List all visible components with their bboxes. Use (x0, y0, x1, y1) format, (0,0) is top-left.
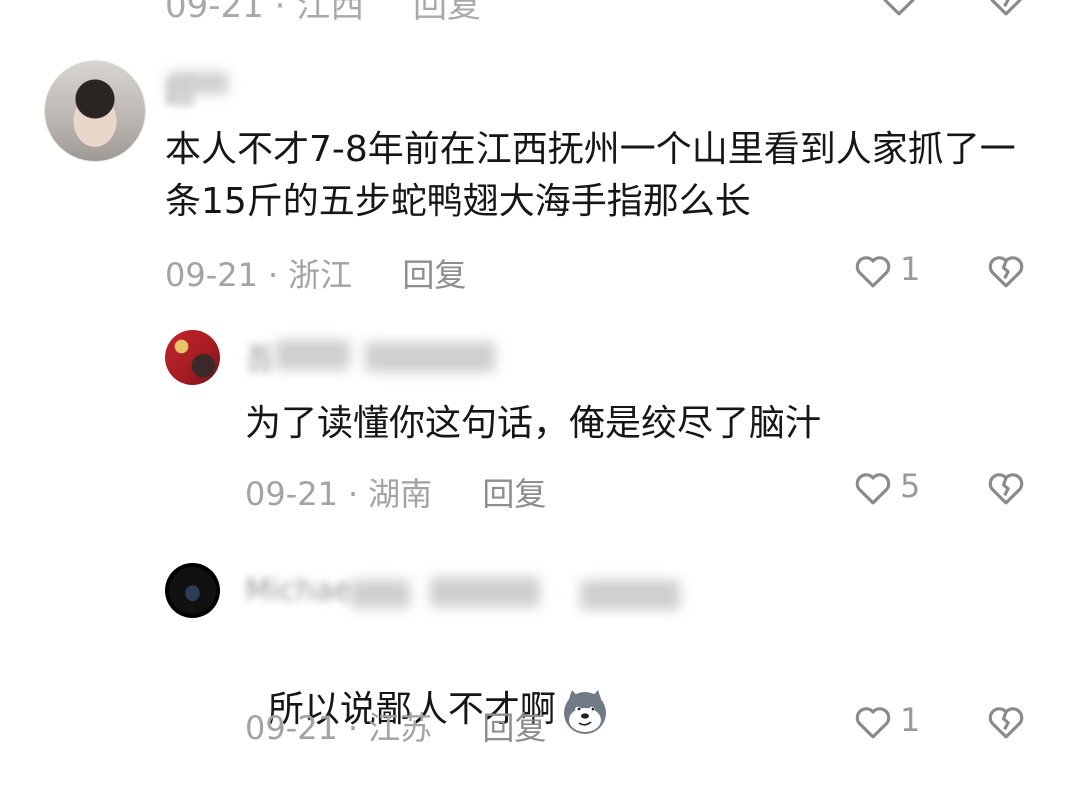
comment-region: 江苏 (368, 709, 433, 747)
like-count: 5 (900, 467, 921, 505)
comment-meta: 09-21 · 江苏 回复 (245, 709, 547, 747)
broken-heart-icon[interactable] (985, 250, 1027, 292)
comment-text: 本人不才7-8年前在江西抚州一个山里看到人家抓了一条15斤的五步蛇鸭翅大海手指那… (165, 129, 1016, 222)
comment-date: 09-21 (245, 475, 338, 513)
like-count: 1 (900, 701, 921, 739)
redaction-blur (168, 72, 228, 94)
like-count: 1 (900, 250, 921, 288)
prev-comment-reply-button[interactable]: 回复 (413, 0, 481, 26)
username[interactable]: 吾 (245, 335, 275, 379)
comment-region: 浙江 (288, 256, 353, 294)
comment-meta: 09-21 · 湖南 回复 (245, 475, 547, 513)
reply-button[interactable]: 回复 (482, 709, 546, 747)
comment-region: 湖南 (368, 475, 433, 513)
doge-emoji-icon (563, 690, 606, 734)
comment-date: 09-21 (245, 709, 338, 747)
redaction-blur (430, 577, 540, 607)
heart-outline-icon[interactable] (852, 467, 894, 509)
prev-comment-date: 09-21 (165, 0, 264, 26)
comment-text: 为了读懂你这句话，俺是绞尽了脑汁 (245, 403, 822, 444)
reply-button[interactable]: 回复 (482, 475, 546, 513)
prev-comment-meta: 09-21 · 江西 回复 (165, 0, 481, 27)
redaction-blur (350, 580, 410, 608)
broken-heart-icon[interactable] (985, 0, 1027, 20)
broken-heart-icon[interactable] (985, 467, 1027, 509)
heart-outline-icon[interactable] (878, 0, 920, 20)
redaction-blur (275, 340, 350, 370)
broken-heart-icon[interactable] (985, 701, 1027, 743)
avatar[interactable] (165, 330, 220, 385)
username[interactable]: Michae (245, 573, 352, 608)
comment-date: 09-21 (165, 256, 258, 294)
redaction-blur (365, 342, 495, 372)
prev-comment-region: 江西 (296, 0, 365, 26)
heart-outline-icon[interactable] (852, 250, 894, 292)
comment-meta: 09-21 · 浙江 回复 (165, 256, 467, 294)
redaction-blur (580, 580, 680, 610)
reply-button[interactable]: 回复 (402, 256, 466, 294)
avatar[interactable] (165, 563, 220, 618)
heart-outline-icon[interactable] (852, 701, 894, 743)
avatar[interactable] (44, 60, 146, 162)
